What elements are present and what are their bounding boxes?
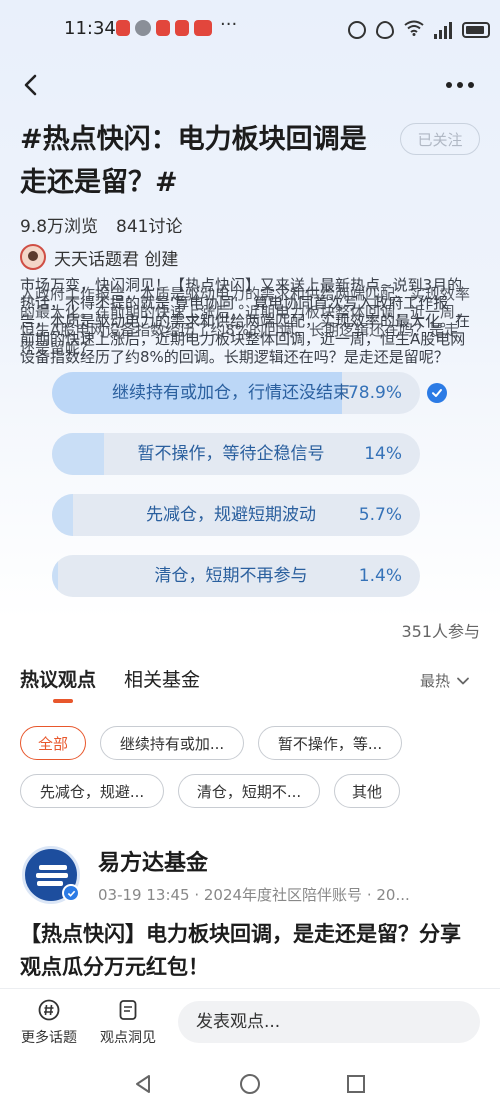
discussions-count: 841讨论 (116, 217, 183, 237)
post-meta: 03-19 13:45 · 2024年度社区陪伴账号 · 20... (98, 886, 410, 904)
selected-check-icon (427, 383, 447, 403)
app-notification-icon (156, 20, 170, 36)
status-notification-icons (116, 20, 212, 36)
follow-button[interactable]: 已关注 (400, 123, 480, 155)
tab-hot-views[interactable]: 热议观点 (20, 665, 96, 692)
sort-dropdown[interactable]: 最热 (420, 670, 470, 691)
insights-label: 观点洞见 (100, 1030, 156, 1046)
creator-avatar (20, 244, 46, 270)
status-indicators (348, 20, 490, 40)
system-recents-button[interactable] (344, 1072, 368, 1096)
bottom-action-bar: 更多话题 观点洞见 发表观点... (0, 988, 500, 1058)
topic-stats: 9.8万浏览 841讨论 (20, 212, 183, 237)
battery-icon (462, 22, 490, 38)
verified-icon (62, 884, 80, 902)
creator-name: 天天话题君 创建 (54, 249, 179, 270)
poll-option-percent: 78.9% (347, 383, 402, 403)
status-bar: 11:34 ··· (0, 0, 500, 60)
document-icon (119, 1000, 137, 1020)
chevron-down-icon (457, 677, 469, 684)
poll-option[interactable]: 清仓，短期不再参与 1.4% (52, 555, 420, 597)
poll-participants: 351人参与 (401, 622, 480, 641)
logo-mark (36, 873, 68, 878)
poll-option-percent: 1.4% (358, 566, 402, 586)
content-tabs: 热议观点 相关基金 (20, 665, 200, 692)
status-time: 11:34 (64, 18, 116, 39)
filter-chip-clear[interactable]: 清仓，短期不... (178, 774, 320, 808)
poll-option-percent: 5.7% (358, 505, 402, 525)
more-dot (468, 82, 474, 88)
topic-creator[interactable]: 天天话题君 创建 (20, 244, 178, 270)
app-notification-icon (175, 20, 189, 36)
logo-mark (39, 865, 67, 870)
system-home-button[interactable] (238, 1072, 262, 1096)
hashtag-icon (38, 999, 60, 1021)
more-topics-label: 更多话题 (21, 1030, 77, 1046)
filter-chip-wait[interactable]: 暂不操作，等... (258, 726, 402, 760)
sync-icon (348, 21, 366, 39)
more-topics-button[interactable]: 更多话题 (18, 999, 80, 1047)
more-dot (457, 82, 463, 88)
comment-input[interactable]: 发表观点... (178, 1001, 480, 1043)
post-title[interactable]: 【热点快闪】电力板块回调，是走还是留？分享观点瓜分万元红包！ (20, 918, 480, 984)
top-nav (0, 60, 500, 110)
triangle-back-icon (136, 1075, 150, 1093)
active-tab-indicator (53, 699, 73, 703)
poll-option[interactable]: 先减仓，规避短期波动 5.7% (52, 494, 420, 536)
logo-mark (37, 881, 63, 886)
chevron-left-icon (24, 74, 37, 96)
status-more: ··· (220, 14, 238, 35)
app-notification-icon (194, 20, 212, 36)
more-dots-icon (446, 82, 452, 88)
topic-title: #热点快闪：电力板块回调是走还是留？# (20, 124, 367, 198)
square-recents-icon (347, 1075, 365, 1093)
filter-chip-hold[interactable]: 继续持有或加... (100, 726, 244, 760)
poll-option[interactable]: 暂不操作，等待企稳信号 14% (52, 433, 420, 475)
tab-related-funds[interactable]: 相关基金 (124, 665, 200, 692)
topic-description-overlap: 入政府工作报告，本质是驱动电力的需求和供给两端匹配，实现效率的最大化。在前期的快… (20, 285, 471, 357)
avatar-notification-icon (135, 20, 151, 36)
circle-home-icon (240, 1074, 260, 1094)
filter-chip-all[interactable]: 全部 (20, 726, 86, 760)
poll-option-percent: 14% (364, 444, 402, 464)
poll-option-label: 清仓，短期不再参与 (154, 566, 308, 586)
back-button[interactable] (14, 68, 48, 102)
wifi-icon (404, 20, 424, 40)
insights-button[interactable]: 观点洞见 (97, 999, 159, 1047)
sort-label: 最热 (420, 672, 451, 690)
poll-option[interactable]: 继续持有或加仓，行情还没结束 78.9% (52, 372, 420, 414)
filter-chip-other[interactable]: 其他 (334, 774, 400, 808)
views-count: 9.8万浏览 (20, 217, 99, 237)
eye-icon (376, 21, 394, 39)
signal-icon (434, 21, 452, 39)
poll-option-label: 先减仓，规避短期波动 (146, 505, 316, 525)
poll-option-label: 暂不操作，等待企稳信号 (137, 444, 325, 464)
post-author[interactable]: 易方达基金 (98, 845, 208, 877)
more-button[interactable] (440, 68, 480, 102)
system-navigation-bar (0, 1058, 500, 1111)
system-back-button[interactable] (131, 1072, 155, 1096)
app-notification-icon (116, 20, 130, 36)
poll-option-label: 继续持有或加仓，行情还没结束 (112, 383, 350, 403)
filter-chip-reduce[interactable]: 先减仓，规避... (20, 774, 164, 808)
